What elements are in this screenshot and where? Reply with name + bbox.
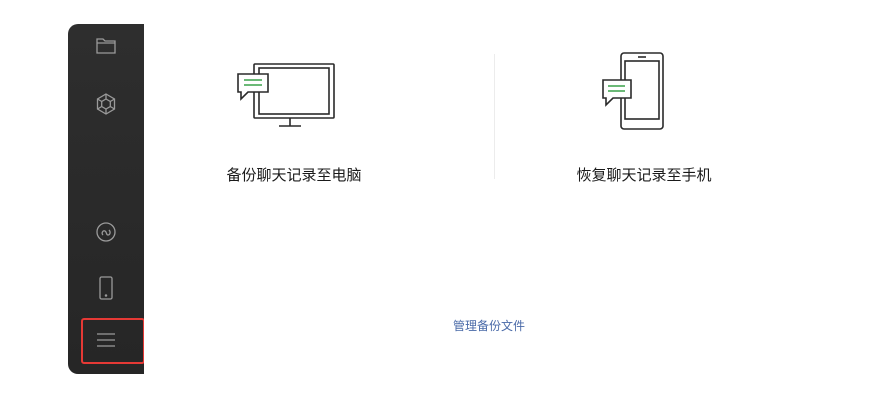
mini-program-icon <box>93 91 119 121</box>
restore-to-phone-label: 恢复聊天记录至手机 <box>576 166 712 184</box>
backup-restore-panel: 备份聊天记录至电脑 恢复聊天记录至手机 管理备份文件 <box>144 24 834 374</box>
folder-icon <box>94 34 118 62</box>
sidebar-item-mini-programs[interactable] <box>68 84 144 128</box>
sidebar-item-phone[interactable] <box>68 268 144 312</box>
channels-icon <box>94 220 118 248</box>
menu-highlight-box <box>81 318 145 364</box>
restore-to-phone-option[interactable]: 恢复聊天记录至手机 <box>494 24 794 224</box>
sidebar-item-files[interactable] <box>68 26 144 70</box>
backup-to-pc-label: 备份聊天记录至电脑 <box>226 166 362 184</box>
manage-backup-files-link[interactable]: 管理备份文件 <box>144 317 834 334</box>
phone-icon <box>96 275 116 305</box>
backup-to-pc-option[interactable]: 备份聊天记录至电脑 <box>144 24 444 224</box>
sidebar-item-channels[interactable] <box>68 212 144 256</box>
